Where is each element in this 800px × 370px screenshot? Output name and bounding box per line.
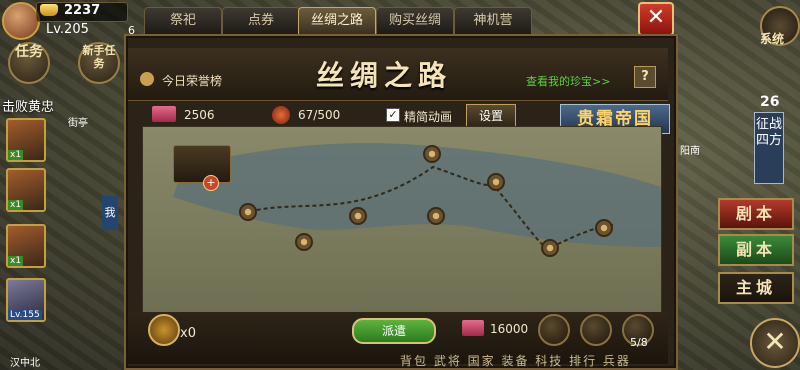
- hero-card[interactable]: x1: [6, 118, 46, 162]
- simple-animation-checkbox[interactable]: ✓: [386, 108, 400, 122]
- settings-button[interactable]: 设置: [466, 104, 516, 128]
- help-button[interactable]: ?: [634, 66, 656, 88]
- caravan-progress: 67/500: [298, 108, 341, 122]
- place-label-jieting: 街亭: [68, 118, 88, 129]
- hero-card[interactable]: x1: [6, 224, 46, 268]
- new-task-label: 新手任务: [82, 44, 116, 70]
- simple-animation-label: 精简动画: [404, 110, 453, 124]
- silk-cost: 16000: [490, 322, 529, 336]
- tab-shenji-camp[interactable]: 神机营: [454, 7, 532, 34]
- hero-badge: x1: [8, 256, 24, 266]
- silk-count: 2506: [184, 108, 215, 122]
- route-node[interactable]: [541, 239, 559, 257]
- lighthouse-icon[interactable]: [538, 314, 570, 346]
- system-label: 系统: [760, 32, 785, 46]
- medal-icon: [148, 314, 180, 346]
- tab-coupon[interactable]: 点券: [222, 7, 300, 34]
- hero-card[interactable]: Lv.155: [6, 278, 46, 322]
- player-avatar[interactable]: [2, 2, 40, 40]
- route-node[interactable]: [423, 145, 441, 163]
- gold-amount: 2237: [64, 3, 101, 18]
- tab-silk-road[interactable]: 丝绸之路: [298, 7, 376, 34]
- collapse-menu-button[interactable]: ✕: [750, 318, 800, 368]
- dungeon-button[interactable]: 副本: [718, 234, 794, 266]
- honor-icon: [140, 72, 154, 86]
- river-water: [173, 143, 661, 247]
- route-node[interactable]: [295, 233, 313, 251]
- city-label: 阳南: [680, 146, 700, 157]
- compass-icon[interactable]: [580, 314, 612, 346]
- hero-card[interactable]: x1: [6, 168, 46, 212]
- gold-ingot-icon: [40, 4, 58, 16]
- caravan-ship-icon[interactable]: [173, 145, 231, 183]
- hero-badge: x1: [8, 150, 24, 160]
- hero-badge: Lv.155: [8, 310, 42, 320]
- silk-road-map: +: [142, 126, 662, 314]
- conquest-count: 26: [760, 94, 780, 110]
- new-task-button[interactable]: 新手任务: [78, 42, 120, 84]
- route-node[interactable]: [427, 207, 445, 225]
- panel-title: 丝绸之路: [316, 59, 453, 92]
- view-treasure-link[interactable]: 查看我的珍宝>>: [526, 73, 610, 89]
- tab-sacrifice[interactable]: 祭祀: [144, 7, 222, 34]
- tool-uses: 5/8: [630, 336, 648, 349]
- silk-icon: [152, 106, 176, 122]
- honor-ranking-link[interactable]: 今日荣誉榜: [162, 72, 222, 89]
- bottom-nav-menu[interactable]: 背包 武将 国家 装备 科技 排行 兵器: [400, 352, 631, 369]
- place-label-hanzhongbei: 汉中北: [10, 358, 40, 369]
- close-window-button[interactable]: ✕: [638, 2, 674, 36]
- add-caravan-icon[interactable]: +: [203, 175, 219, 191]
- task-button[interactable]: 任务: [8, 42, 50, 84]
- route-node[interactable]: [487, 173, 505, 191]
- player-level: Lv.205: [46, 22, 89, 37]
- defeat-objective: 击败黄忠: [2, 100, 55, 115]
- hero-badge: x1: [8, 200, 24, 210]
- conquest-banner[interactable]: 征战四方: [754, 112, 784, 184]
- scenario-button[interactable]: 剧本: [718, 198, 794, 230]
- energy-icon: [272, 106, 290, 124]
- silk-cost-icon: [462, 320, 484, 336]
- route-node[interactable]: [349, 207, 367, 225]
- dispatch-button[interactable]: 派遣: [352, 318, 436, 344]
- close-icon: ✕: [763, 325, 787, 358]
- route-node[interactable]: [239, 203, 257, 221]
- medal-count: x0: [180, 326, 196, 341]
- tab-buy-silk[interactable]: 购买丝绸: [376, 7, 454, 34]
- main-city-button[interactable]: 主城: [718, 272, 794, 304]
- task-label: 任务: [15, 44, 43, 60]
- route-node[interactable]: [595, 219, 613, 237]
- my-banner: 我: [102, 196, 118, 230]
